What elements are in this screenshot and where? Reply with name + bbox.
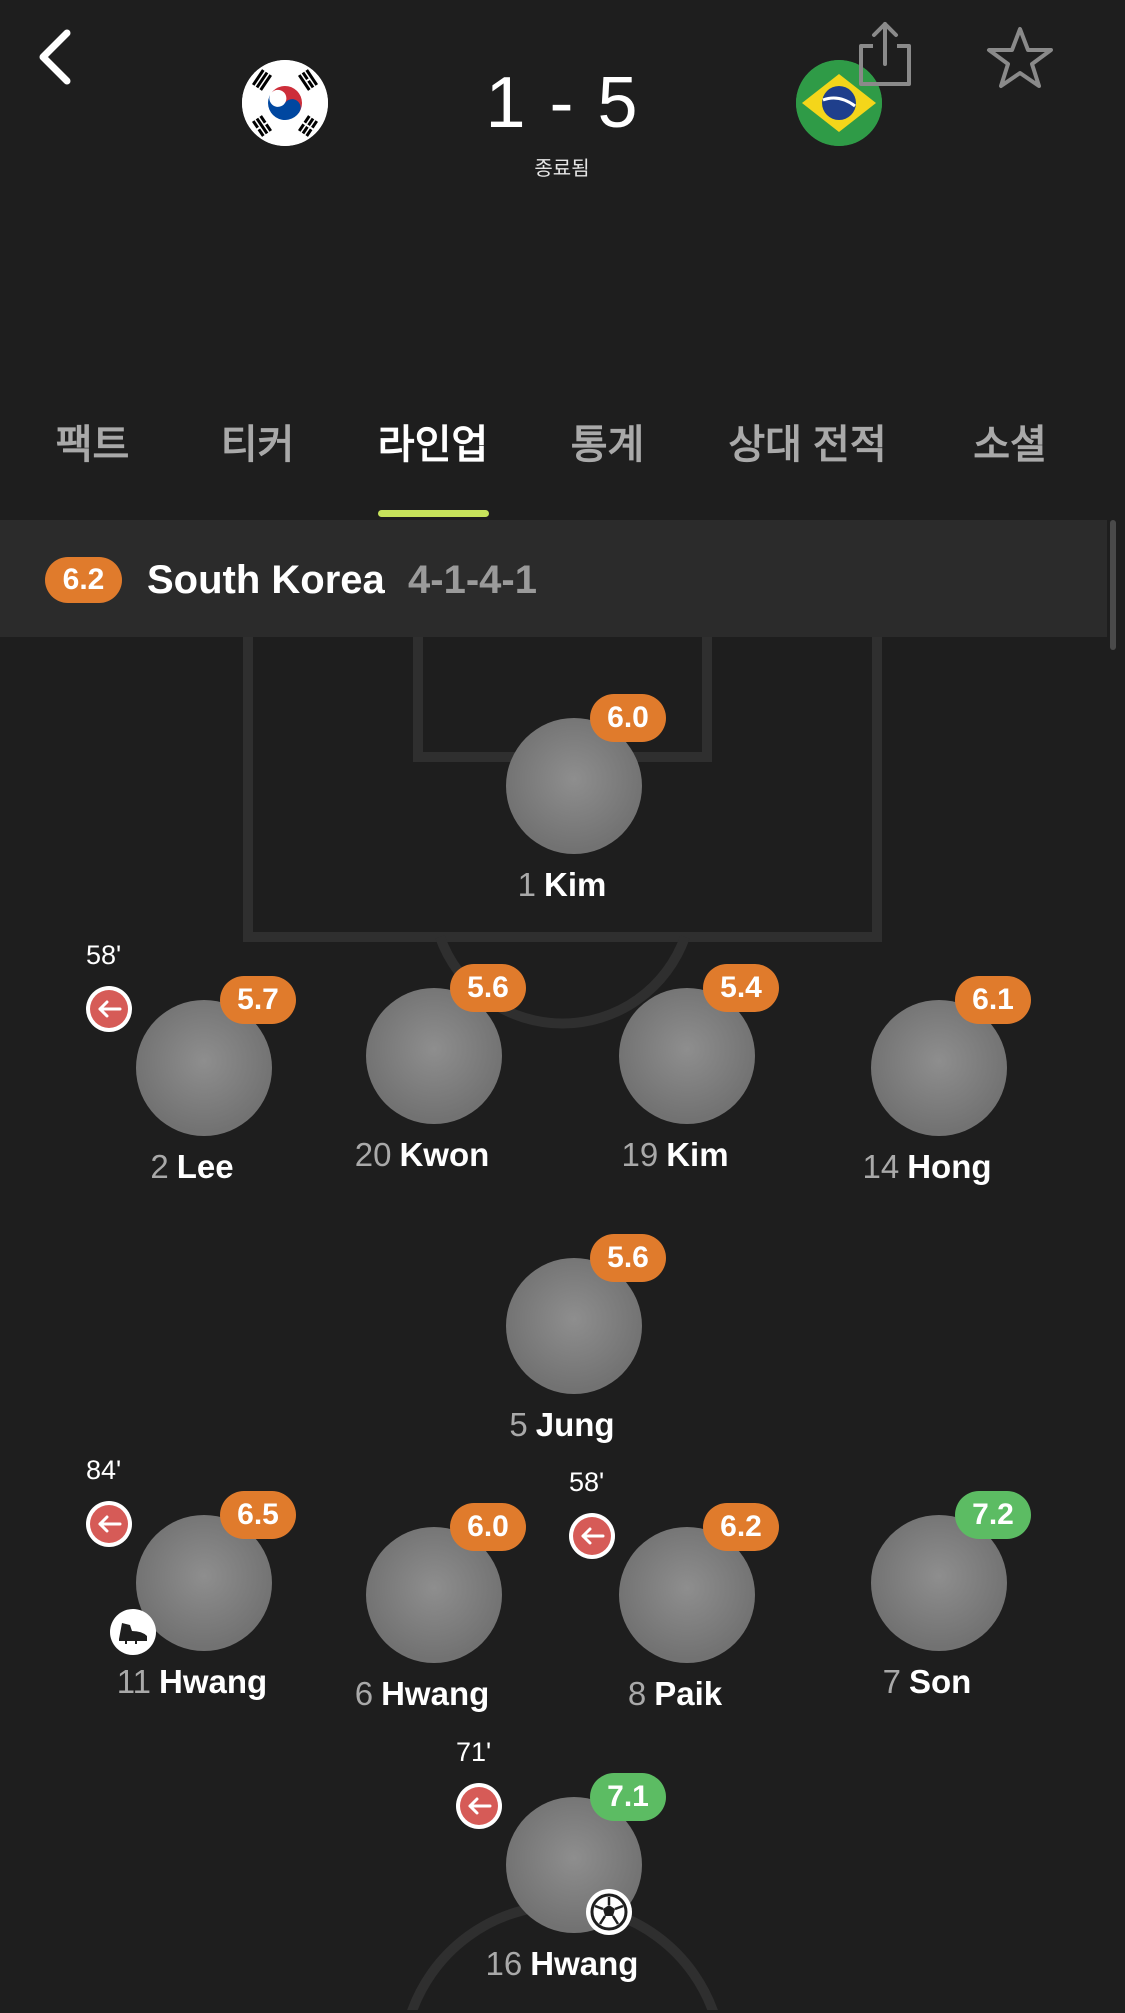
player-name: Kwon <box>399 1136 490 1173</box>
player-number: 14 <box>862 1148 900 1185</box>
player-card[interactable]: 5.6 20 Kwon <box>322 964 526 1204</box>
player-number: 7 <box>882 1663 902 1700</box>
player-card[interactable]: 84' 6.5 11 Hwang <box>86 1455 296 1731</box>
team-name[interactable]: South Korea <box>147 550 385 610</box>
substitution-time: 58' <box>86 940 122 970</box>
player-name: Paik <box>654 1675 723 1712</box>
player-card[interactable]: 6.1 14 Hong <box>827 976 1031 1216</box>
substitution-time: 84' <box>86 1455 122 1485</box>
player-name-line: 19 Kim <box>535 1136 815 1174</box>
active-tab-indicator <box>378 510 489 517</box>
player-rating-badge: 5.4 <box>703 964 779 1012</box>
player-number: 1 <box>517 866 536 903</box>
share-icon[interactable] <box>845 15 925 95</box>
player-rating-badge: 6.0 <box>450 1503 526 1551</box>
player-name: Kim <box>666 1136 729 1173</box>
player-name-line: 14 Hong <box>787 1148 1067 1186</box>
player-number: 16 <box>485 1945 523 1982</box>
match-header: 1 - 5 종료됨 팩트 티커 라인업 통계 상대 전적 소셜 <box>0 0 1125 500</box>
player-rating-badge: 5.7 <box>220 976 296 1024</box>
player-name: Hwang <box>381 1675 490 1712</box>
substituted-out-icon <box>86 1501 132 1547</box>
tab-lineup[interactable]: 라인업 <box>363 405 503 485</box>
player-number: 19 <box>621 1136 659 1173</box>
player-number: 20 <box>354 1136 392 1173</box>
player-name-line: 16 Hwang <box>422 1945 702 1983</box>
player-name-line: 6 Hwang <box>282 1675 562 1713</box>
player-name: Hwang <box>530 1945 639 1982</box>
tab-facts[interactable]: 팩트 <box>40 405 145 485</box>
player-number: 11 <box>116 1663 152 1700</box>
player-rating-badge: 7.1 <box>590 1773 666 1821</box>
player-rating-badge: 6.1 <box>955 976 1031 1024</box>
substitution-time: 71' <box>456 1737 492 1767</box>
substitution-time: 58' <box>569 1467 605 1497</box>
substituted-out-icon <box>456 1783 502 1829</box>
player-rating-badge: 7.2 <box>955 1491 1031 1539</box>
player-name: Hong <box>907 1148 992 1185</box>
player-rating-badge: 5.6 <box>590 1234 666 1282</box>
boot-icon <box>110 1609 156 1655</box>
player-number: 6 <box>354 1675 374 1712</box>
player-rating-badge: 6.2 <box>703 1503 779 1551</box>
player-card[interactable]: 6.0 1 Kim <box>462 694 666 934</box>
player-number: 5 <box>509 1406 528 1443</box>
substituted-out-icon <box>86 986 132 1032</box>
player-name: Hwang <box>159 1663 268 1700</box>
player-card[interactable]: 58' 5.7 2 Lee <box>86 940 296 1216</box>
match-status: 종료됨 <box>534 158 590 180</box>
player-name-line: 20 Kwon <box>282 1136 562 1174</box>
tab-head-to-head[interactable]: 상대 전적 <box>720 405 895 485</box>
player-name: Jung <box>535 1406 615 1443</box>
player-number: 2 <box>150 1148 169 1185</box>
player-name: Kim <box>544 866 607 903</box>
substituted-out-icon <box>569 1513 615 1559</box>
player-name-line: 8 Paik <box>535 1675 815 1713</box>
back-chevron-icon[interactable] <box>20 22 90 92</box>
player-rating-badge: 5.6 <box>450 964 526 1012</box>
player-card[interactable]: 71' 7.1 16 Hwang <box>456 1737 666 2013</box>
player-name: Lee <box>176 1148 234 1185</box>
player-name-line: 1 Kim <box>422 866 702 904</box>
south-korea-flag <box>242 60 328 146</box>
star-icon[interactable] <box>980 18 1060 98</box>
football-icon <box>586 1889 632 1935</box>
tab-ticker[interactable]: 티커 <box>200 405 315 485</box>
player-card[interactable]: 58' 6.2 8 Paik <box>569 1467 779 1743</box>
player-rating-badge: 6.0 <box>590 694 666 742</box>
player-name-line: 5 Jung <box>422 1406 702 1444</box>
player-card[interactable]: 5.4 19 Kim <box>575 964 779 1204</box>
player-card[interactable]: 6.0 6 Hwang <box>322 1503 526 1743</box>
player-number: 8 <box>627 1675 647 1712</box>
team-formation: 4-1-4-1 <box>408 558 537 602</box>
player-name-line: 7 Son <box>787 1663 1067 1701</box>
player-card[interactable]: 5.6 5 Jung <box>462 1234 666 1474</box>
tab-bar: 팩트 티커 라인업 통계 상대 전적 소셜 <box>0 405 1125 505</box>
player-card[interactable]: 7.2 7 Son <box>827 1491 1031 1731</box>
scrollbar[interactable] <box>1110 520 1116 650</box>
tab-stats[interactable]: 통계 <box>555 405 660 485</box>
tab-social[interactable]: 소셜 <box>955 405 1065 485</box>
team-rating-badge: 6.2 <box>45 557 122 603</box>
player-rating-badge: 6.5 <box>220 1491 296 1539</box>
player-name: Son <box>909 1663 972 1700</box>
match-score: 1 - 5 <box>485 63 640 143</box>
